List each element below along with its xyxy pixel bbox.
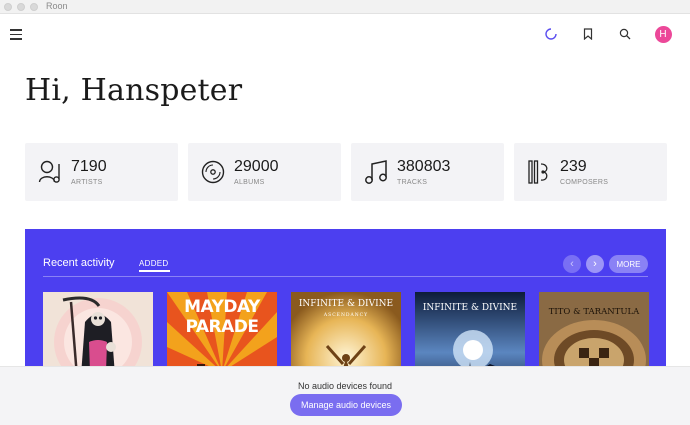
carousel-next-button[interactable]: › — [586, 255, 604, 273]
svg-text:INFINITE & DIVINE: INFINITE & DIVINE — [423, 303, 517, 313]
stat-card-composers[interactable]: 239 COMPOSERS — [514, 143, 667, 201]
carousel-prev-button[interactable]: ‹ — [563, 255, 581, 273]
stat-label: ALBUMS — [234, 179, 265, 186]
window-title: Roon — [46, 1, 68, 11]
svg-text:INFINITE & DIVINE: INFINITE & DIVINE — [299, 299, 393, 309]
active-tab-indicator — [139, 270, 170, 272]
stat-card-albums[interactable]: 29000 ALBUMS — [188, 143, 341, 201]
manage-audio-devices-button[interactable]: Manage audio devices — [290, 394, 402, 416]
bookmark-icon[interactable] — [579, 25, 597, 43]
stat-card-tracks[interactable]: 380803 TRACKS — [351, 143, 504, 201]
stat-card-artists[interactable]: 7190 ARTISTS — [25, 143, 178, 201]
svg-text:MAYDAY: MAYDAY — [184, 297, 261, 317]
svg-text:PARADE: PARADE — [185, 317, 258, 337]
stat-label: ARTISTS — [71, 179, 103, 186]
tab-added[interactable]: ADDED — [139, 259, 169, 268]
audio-device-bar: No audio devices found Manage audio devi… — [0, 366, 690, 425]
album-disc-icon — [201, 158, 227, 186]
stat-label: COMPOSERS — [560, 179, 609, 186]
stat-value: 239 — [560, 158, 587, 175]
stat-value: 380803 — [397, 158, 451, 175]
window-titlebar: Roon — [0, 0, 690, 14]
close-window-button[interactable] — [4, 3, 12, 11]
stat-label: TRACKS — [397, 179, 428, 186]
maximize-window-button[interactable] — [30, 3, 38, 11]
avatar[interactable]: H — [654, 25, 672, 43]
svg-text:TITO & TARANTULA: TITO & TARANTULA — [549, 307, 640, 317]
music-note-icon — [364, 158, 390, 186]
loading-spinner-icon — [542, 25, 560, 43]
svg-text:ASCENDANCY: ASCENDANCY — [323, 312, 368, 318]
divider — [43, 276, 648, 277]
recent-activity-title: Recent activity — [43, 257, 115, 269]
artist-icon — [38, 158, 64, 186]
search-icon[interactable] — [616, 25, 634, 43]
minimize-window-button[interactable] — [17, 3, 25, 11]
composer-icon — [527, 158, 553, 186]
greeting-title: Hi, Hanspeter — [25, 73, 243, 108]
more-button[interactable]: MORE — [609, 255, 648, 273]
avatar-initial: H — [654, 25, 672, 43]
no-devices-message: No audio devices found — [297, 381, 393, 391]
chevron-left-icon: ‹ — [570, 258, 574, 270]
stat-value: 7190 — [71, 158, 107, 175]
chevron-right-icon: › — [593, 258, 597, 270]
hamburger-icon[interactable] — [10, 29, 22, 40]
stat-value: 29000 — [234, 158, 279, 175]
